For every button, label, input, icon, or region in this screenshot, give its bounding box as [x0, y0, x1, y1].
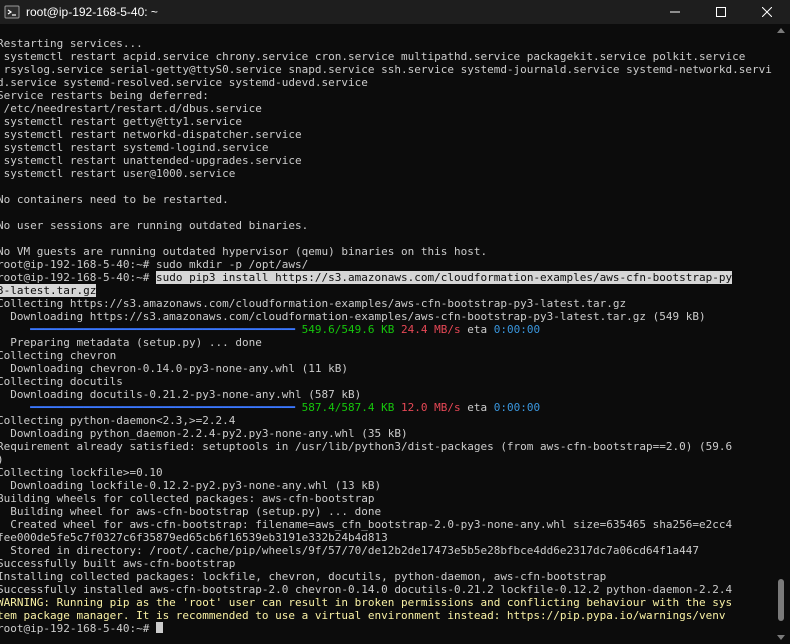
terminal-line: WARNING: Running pip as the 'root' user …	[0, 596, 772, 609]
scroll-down-arrow-icon[interactable]	[777, 635, 785, 640]
progress-eta: 0:00:00	[493, 401, 541, 414]
terminal-line: 3-latest.tar.gz	[0, 284, 772, 297]
progress-bar: ━━━━━━━━━━━━━━━━━━━━━━━━━━━━━━━━━━━━━━━━	[0, 401, 302, 414]
terminal-line: root@ip-192-168-5-40:~# sudo mkdir -p /o…	[0, 258, 309, 271]
terminal-line: /etc/needrestart/restart.d/dbus.service	[0, 102, 262, 115]
terminal-line: d.service systemd-resolved.service syste…	[0, 76, 368, 89]
terminal-line: fee000de5fe5c7f0327c6f35879ed65cb6f16539…	[0, 531, 388, 544]
progress-eta-label: eta	[467, 401, 488, 414]
selected-command-text[interactable]: 3-latest.tar.gz	[0, 284, 97, 297]
close-button[interactable]	[744, 0, 790, 24]
terminal-line: Installing collected packages: lockfile,…	[0, 570, 607, 583]
close-icon	[762, 7, 772, 17]
window-controls	[652, 0, 790, 24]
terminal-line: Collecting https://s3.amazonaws.com/clou…	[0, 297, 627, 310]
terminal-line: Building wheels for collected packages: …	[0, 492, 375, 505]
maximize-icon	[716, 7, 726, 17]
terminal-line: Requirement already satisfied: setuptool…	[0, 440, 733, 453]
terminal-line: rsyslog.service serial-getty@ttyS0.servi…	[0, 63, 772, 76]
terminal-line: systemctl restart acpid.service chrony.s…	[0, 50, 746, 63]
progress-bar: ━━━━━━━━━━━━━━━━━━━━━━━━━━━━━━━━━━━━━━━━	[0, 323, 302, 336]
terminal-line: systemctl restart systemd-logind.service	[0, 141, 269, 154]
terminal-line: Stored in directory: /root/.cache/pip/wh…	[0, 544, 699, 557]
terminal-line: tem package manager. It is recommended t…	[0, 609, 772, 622]
terminal-window: root@ip-192-168-5-40: ~ Restarting servi…	[0, 0, 790, 644]
terminal-line: Downloading python_daemon-2.2.4-py2.py3-…	[0, 427, 408, 440]
progress-eta: 0:00:00	[493, 323, 541, 336]
progress-size: 549.6/549.6 KB	[301, 323, 395, 336]
terminal-line: Preparing metadata (setup.py) ... done	[0, 336, 262, 349]
scrollbar-thumb[interactable]	[778, 579, 784, 621]
prompt-text: root@ip-192-168-5-40:~#	[0, 271, 156, 284]
terminal-line: )	[0, 453, 772, 466]
terminal-line: Successfully built aws-cfn-bootstrap	[0, 557, 236, 570]
terminal-line: systemctl restart unattended-upgrades.se…	[0, 154, 302, 167]
scroll-up-arrow-icon[interactable]	[777, 28, 785, 33]
terminal-line: Downloading docutils-0.21.2-py3-none-any…	[0, 388, 362, 401]
terminal-line: Restarting services...	[0, 37, 143, 50]
terminal-line: Service restarts being deferred:	[0, 89, 209, 102]
terminal-line: Collecting docutils	[0, 375, 123, 388]
progress-size: 587.4/587.4 KB	[301, 401, 395, 414]
terminal-line: systemctl restart networkd-dispatcher.se…	[0, 128, 302, 141]
terminal-line: Downloading https://s3.amazonaws.com/clo…	[0, 310, 706, 323]
terminal-line: No user sessions are running outdated bi…	[0, 219, 309, 232]
prompt-text: root@ip-192-168-5-40:~#	[0, 622, 156, 635]
terminal-line: Building wheel for aws-cfn-bootstrap (se…	[0, 505, 382, 518]
text-cursor	[155, 622, 163, 633]
selected-command-text[interactable]: sudo pip3 install https://s3.amazonaws.c…	[155, 271, 733, 284]
terminal-line: Collecting python-daemon<2.3,>=2.2.4	[0, 414, 236, 427]
terminal-line: Collecting chevron	[0, 349, 117, 362]
terminal-line: systemctl restart user@1000.service	[0, 167, 236, 180]
terminal-line: root@ip-192-168-5-40:~# sudo pip3 instal…	[0, 271, 772, 284]
window-title: root@ip-192-168-5-40: ~	[26, 5, 158, 19]
title-bar[interactable]: root@ip-192-168-5-40: ~	[0, 0, 790, 24]
terminal-output[interactable]: Restarting services... systemctl restart…	[0, 37, 772, 644]
download-progress-line: ━━━━━━━━━━━━━━━━━━━━━━━━━━━━━━━━━━━━━━━━…	[0, 401, 772, 414]
terminal-line: Collecting lockfile>=0.10	[0, 466, 163, 479]
progress-speed: 12.0 MB/s	[400, 401, 461, 414]
warning-text: WARNING: Running pip as the 'root' user …	[0, 596, 733, 609]
prompt-line: root@ip-192-168-5-40:~#	[0, 622, 772, 635]
vertical-scrollbar[interactable]	[772, 24, 790, 644]
minimize-icon	[670, 7, 680, 17]
terminal-icon	[4, 4, 20, 20]
terminal-line: Successfully installed aws-cfn-bootstrap…	[0, 583, 733, 596]
terminal-line: No VM guests are running outdated hyperv…	[0, 245, 488, 258]
terminal-line: systemctl restart getty@tty1.service	[0, 115, 243, 128]
download-progress-line: ━━━━━━━━━━━━━━━━━━━━━━━━━━━━━━━━━━━━━━━━…	[0, 323, 772, 336]
progress-eta-label: eta	[467, 323, 488, 336]
terminal-line: Downloading chevron-0.14.0-py3-none-any.…	[0, 362, 348, 375]
terminal-line: No containers need to be restarted.	[0, 193, 229, 206]
maximize-button[interactable]	[698, 0, 744, 24]
terminal-line: Created wheel for aws-cfn-bootstrap: fil…	[0, 518, 733, 531]
progress-speed: 24.4 MB/s	[400, 323, 461, 336]
terminal-line: Downloading lockfile-0.12.2-py2.py3-none…	[0, 479, 382, 492]
warning-text: tem package manager. It is recommended t…	[0, 609, 726, 622]
minimize-button[interactable]	[652, 0, 698, 24]
